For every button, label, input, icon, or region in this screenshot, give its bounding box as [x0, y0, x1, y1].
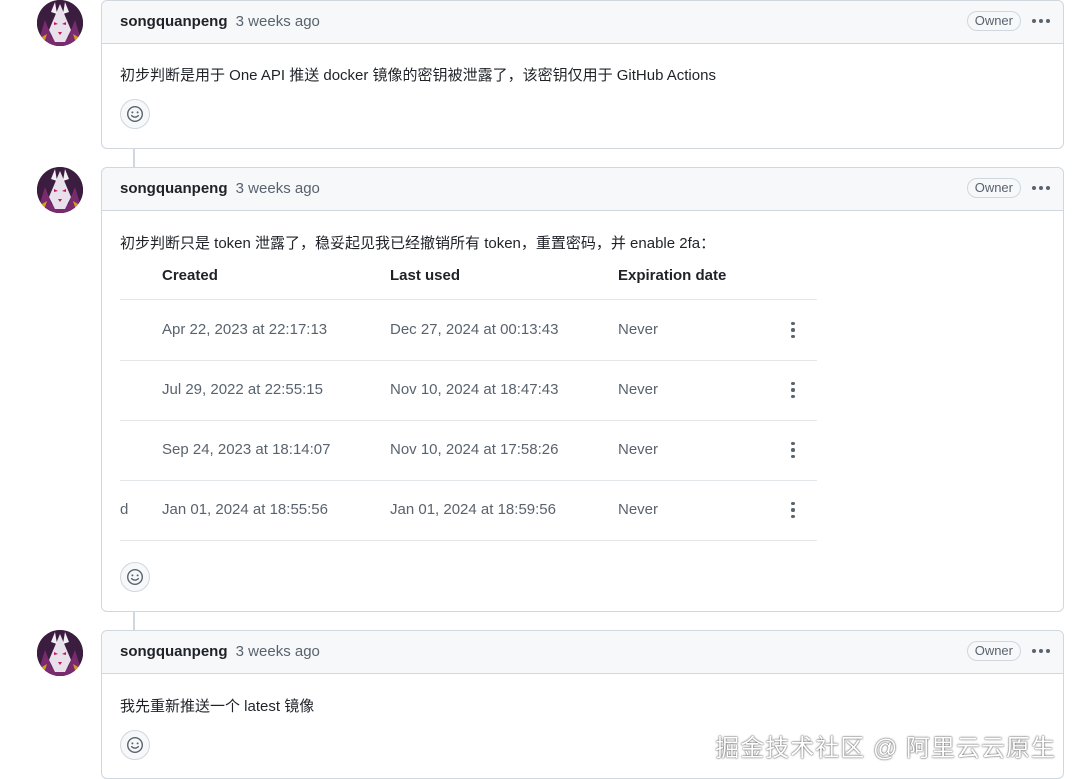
comment-time[interactable]: 3 weeks ago	[236, 180, 320, 197]
cell-expiration: Never	[618, 321, 659, 338]
add-reaction-button[interactable]	[120, 730, 150, 760]
cell-last-used: Nov 10, 2024 at 18:47:43	[390, 381, 559, 398]
kebab-vertical-icon[interactable]	[790, 440, 796, 460]
add-reaction-button[interactable]	[120, 562, 150, 592]
watermark: 掘金技术社区 @ 阿里云云原生	[715, 735, 1056, 762]
kebab-horizontal-icon[interactable]	[1029, 11, 1053, 31]
owner-badge: Owner	[966, 11, 1021, 31]
comment-body: 我先重新推送一个 latest 镜像	[120, 698, 315, 715]
avatar[interactable]	[37, 167, 83, 213]
cell-created: Jul 29, 2022 at 22:55:15	[162, 381, 323, 398]
kebab-vertical-icon[interactable]	[790, 380, 796, 400]
cell-last-used: Dec 27, 2024 at 00:13:43	[390, 321, 559, 338]
avatar-icon	[37, 0, 83, 46]
kebab-vertical-icon[interactable]	[790, 500, 796, 520]
column-header-expiration: Expiration date	[618, 267, 727, 284]
comment-header: songquanpeng 3 weeks ago Owner	[102, 168, 1063, 211]
cell-created: Sep 24, 2023 at 18:14:07	[162, 441, 331, 458]
cell-last-used: Nov 10, 2024 at 17:58:26	[390, 441, 559, 458]
comment-header: songquanpeng 3 weeks ago Owner	[102, 1, 1063, 44]
smiley-icon	[126, 105, 144, 123]
smiley-icon	[126, 568, 144, 586]
avatar[interactable]	[37, 0, 83, 46]
author-name[interactable]: songquanpeng	[120, 13, 228, 30]
comment-header: songquanpeng 3 weeks ago Owner	[102, 631, 1063, 674]
cut-off-text: d	[120, 501, 129, 518]
author-name[interactable]: songquanpeng	[120, 643, 228, 660]
table-row: Sep 24, 2023 at 18:14:07 Nov 10, 2024 at…	[120, 420, 817, 481]
kebab-vertical-icon[interactable]	[790, 320, 796, 340]
column-header-last-used: Last used	[390, 267, 461, 284]
cell-created: Apr 22, 2023 at 22:17:13	[162, 321, 328, 338]
kebab-horizontal-icon[interactable]	[1029, 178, 1053, 198]
author-name[interactable]: songquanpeng	[120, 180, 228, 197]
owner-badge: Owner	[966, 641, 1021, 661]
avatar-icon	[37, 630, 83, 676]
kebab-horizontal-icon[interactable]	[1029, 641, 1053, 661]
smiley-icon	[126, 736, 144, 754]
table-row: Apr 22, 2023 at 22:17:13 Dec 27, 2024 at…	[120, 300, 817, 361]
cell-last-used: Jan 01, 2024 at 18:59:56	[390, 501, 556, 518]
cell-expiration: Never	[618, 381, 659, 398]
add-reaction-button[interactable]	[120, 99, 150, 129]
avatar-icon	[37, 167, 83, 213]
comment-body: 初步判断是用于 One API 推送 docker 镜像的密钥被泄露了，该密钥仅…	[120, 67, 716, 84]
comment-box: songquanpeng 3 weeks ago Owner 初步判断只是 to…	[101, 167, 1064, 612]
table-row: d Jan 01, 2024 at 18:55:56 Jan 01, 2024 …	[120, 480, 817, 541]
cell-expiration: Never	[618, 501, 659, 518]
table-row: Jul 29, 2022 at 22:55:15 Nov 10, 2024 at…	[120, 360, 817, 421]
comment-time[interactable]: 3 weeks ago	[236, 643, 320, 660]
cell-expiration: Never	[618, 441, 659, 458]
cell-created: Jan 01, 2024 at 18:55:56	[162, 501, 328, 518]
comment-time[interactable]: 3 weeks ago	[236, 13, 320, 30]
comment-box: songquanpeng 3 weeks ago Owner 初步判断是用于 O…	[101, 0, 1064, 149]
avatar[interactable]	[37, 630, 83, 676]
owner-badge: Owner	[966, 178, 1021, 198]
column-header-created: Created	[162, 267, 218, 284]
comment-body: 初步判断只是 token 泄露了，稳妥起见我已经撤销所有 token，重置密码，…	[120, 235, 716, 252]
